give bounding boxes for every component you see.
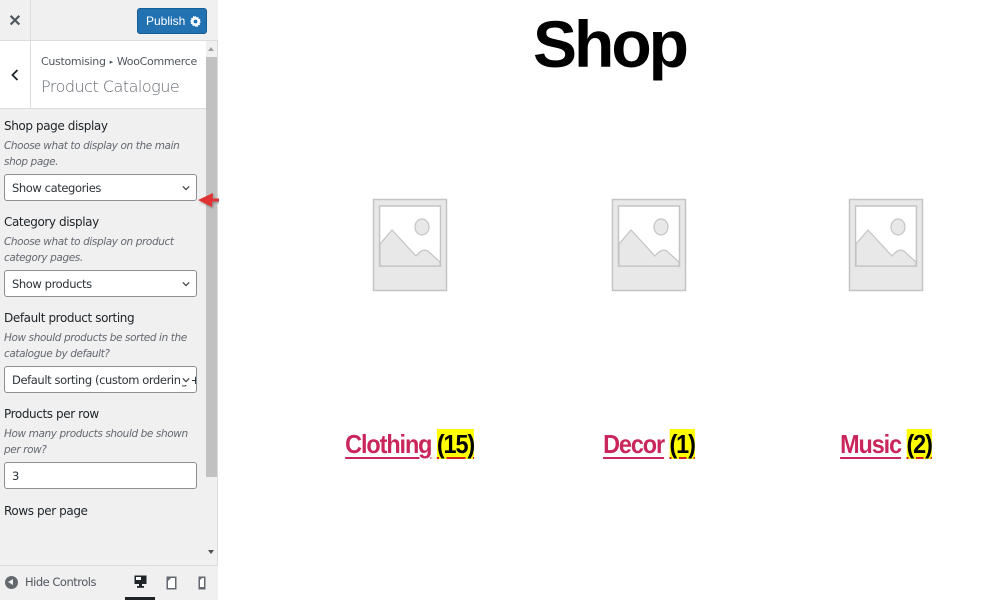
products-per-row-input[interactable]: 3 — [4, 462, 197, 489]
control-shop-page-display: Shop page display Choose what to display… — [4, 118, 198, 201]
select-value: Default sorting (custom ordering + name) — [12, 372, 196, 387]
category-name: Music — [840, 429, 902, 459]
image-placeholder-icon[interactable] — [372, 198, 448, 293]
chevron-down-icon — [180, 375, 190, 385]
panel-header: Customising ▸ WooCommerce Product Catalogu… — [0, 41, 206, 109]
sidebar-scrollbar[interactable] — [206, 41, 217, 560]
select-value: Show products — [12, 276, 92, 291]
image-placeholder-icon[interactable] — [848, 198, 924, 293]
breadcrumb-separator-icon: ▸ — [109, 58, 114, 66]
control-default-sorting: Default product sorting How should produ… — [4, 310, 198, 393]
category-count: (2) — [906, 429, 933, 459]
mobile-icon — [198, 576, 206, 590]
hide-controls-button[interactable]: Hide Controls — [5, 575, 96, 589]
category-item: Clothing (15) — [290, 198, 530, 460]
category-link-music[interactable]: Music (2) — [840, 429, 933, 460]
category-count: (1) — [669, 429, 696, 459]
control-description: How should products be sorted in the cat… — [4, 332, 187, 360]
scrollbar-thumb[interactable] — [206, 57, 217, 477]
page-title: Shop — [533, 7, 689, 81]
publish-button[interactable]: Publish — [137, 8, 207, 34]
category-name: Decor — [603, 429, 665, 459]
panel-title: Product Catalogue — [41, 77, 180, 96]
shop-page-display-select[interactable]: Show categories — [4, 174, 197, 201]
scroll-down-icon[interactable] — [208, 550, 214, 554]
desktop-icon — [134, 575, 146, 588]
control-description: How many products should be shown per ro… — [4, 428, 188, 456]
control-label: Shop page display — [4, 119, 108, 133]
control-label: Rows per page — [4, 504, 88, 518]
chevron-down-icon — [180, 183, 190, 193]
tablet-icon — [166, 576, 176, 590]
publish-settings-button[interactable] — [184, 9, 206, 33]
control-description: Choose what to display on the main shop … — [4, 140, 180, 168]
breadcrumb-section: WooCommerce — [116, 55, 197, 68]
image-placeholder-icon[interactable] — [611, 198, 687, 293]
default-sorting-select[interactable]: Default sorting (custom ordering + name) — [4, 366, 197, 393]
control-description: Choose what to display on product catego… — [4, 236, 174, 264]
category-display-select[interactable]: Show products — [4, 270, 197, 297]
customizer-sidebar: ✕ Publish Customising ▸ WooCommerce Produc… — [0, 0, 218, 600]
control-products-per-row: Products per row How many products shoul… — [4, 406, 198, 489]
category-count: (15) — [437, 429, 476, 459]
hide-controls-label: Hide Controls — [25, 575, 96, 589]
category-name: Clothing — [345, 429, 433, 459]
preview-desktop-button[interactable] — [125, 566, 155, 600]
collapse-icon — [5, 575, 18, 589]
category-link-decor[interactable]: Decor (1) — [603, 429, 696, 460]
breadcrumb-root: Customising — [41, 55, 106, 68]
category-item: Music (2) — [766, 198, 1000, 460]
publish-label: Publish — [146, 14, 186, 28]
close-customizer-button[interactable]: ✕ — [0, 0, 31, 41]
preview-tablet-button[interactable] — [156, 566, 186, 600]
select-value: Show categories — [12, 180, 101, 195]
chevron-down-icon — [180, 279, 190, 289]
control-label: Category display — [4, 215, 99, 229]
chevron-left-icon — [11, 68, 19, 81]
control-label: Default product sorting — [4, 311, 135, 325]
preview-mobile-button[interactable] — [187, 566, 217, 600]
gear-icon — [189, 15, 201, 27]
category-item: Decor (1) — [529, 198, 769, 460]
breadcrumb: Customising ▸ WooCommerce — [41, 55, 197, 68]
customizer-topbar: ✕ Publish — [0, 0, 218, 41]
site-preview: Shop Clothing (15) Decor (1) Music (2) — [219, 0, 1000, 600]
category-link-clothing[interactable]: Clothing (15) — [345, 429, 476, 460]
close-icon: ✕ — [8, 12, 22, 30]
control-label: Products per row — [4, 407, 99, 421]
input-value: 3 — [12, 468, 19, 483]
control-rows-per-page: Rows per page — [4, 503, 198, 519]
controls-list: Shop page display Choose what to display… — [4, 118, 198, 519]
back-button[interactable] — [0, 41, 31, 108]
customizer-footer: Hide Controls — [0, 565, 218, 600]
scroll-up-icon[interactable] — [208, 47, 214, 51]
control-category-display: Category display Choose what to display … — [4, 214, 198, 297]
